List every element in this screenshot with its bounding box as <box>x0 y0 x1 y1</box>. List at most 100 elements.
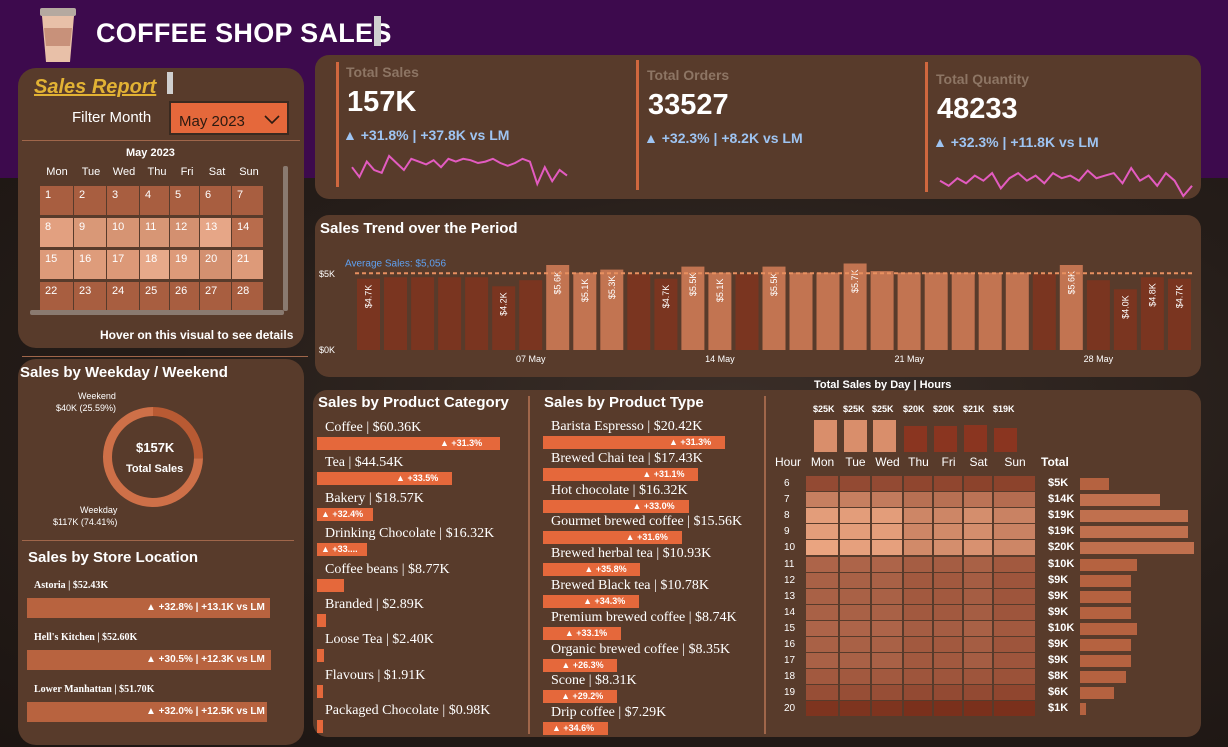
hour-total-bar[interactable] <box>1080 671 1126 684</box>
heatmap-cell[interactable] <box>934 620 962 636</box>
category-bar[interactable] <box>317 578 344 592</box>
heatmap-cell[interactable] <box>994 572 1035 588</box>
heatmap-cell[interactable] <box>934 604 962 620</box>
trend-bar[interactable] <box>1086 280 1110 350</box>
calendar-day[interactable]: 11 <box>140 218 169 247</box>
heatmap-cell[interactable] <box>840 572 870 588</box>
heatmap-cell[interactable] <box>994 476 1035 492</box>
heatmap-cell[interactable] <box>806 653 838 669</box>
calendar-day[interactable]: 16 <box>74 250 106 279</box>
heatmap-cell[interactable] <box>994 492 1035 508</box>
heatmap-cell[interactable] <box>806 637 838 653</box>
hour-total-bar[interactable] <box>1080 590 1132 603</box>
heatmap-cell[interactable] <box>934 572 962 588</box>
calendar-day[interactable]: 15 <box>40 250 73 279</box>
heatmap-cell[interactable] <box>964 685 992 701</box>
heatmap-cell[interactable] <box>964 524 992 540</box>
heatmap-cell[interactable] <box>872 572 902 588</box>
heatmap-cell[interactable] <box>964 701 992 717</box>
day-total-bar[interactable] <box>814 420 837 452</box>
calendar-day[interactable]: 28 <box>232 282 263 311</box>
heatmap-cell[interactable] <box>994 604 1035 620</box>
trend-bar[interactable] <box>951 272 975 350</box>
hour-total-bar[interactable] <box>1080 655 1132 668</box>
heatmap-cell[interactable] <box>904 588 932 604</box>
heatmap-cell[interactable] <box>934 653 962 669</box>
heatmap-cell[interactable] <box>934 685 962 701</box>
heatmap-cell[interactable] <box>840 685 870 701</box>
heatmap-cell[interactable] <box>994 701 1035 717</box>
heatmap-cell[interactable] <box>964 620 992 636</box>
heatmap-cell[interactable] <box>840 588 870 604</box>
heatmap-cell[interactable] <box>806 588 838 604</box>
heatmap-cell[interactable] <box>994 669 1035 685</box>
heatmap-cell[interactable] <box>994 653 1035 669</box>
heatmap-cell[interactable] <box>904 637 932 653</box>
day-total-bar[interactable] <box>873 420 896 452</box>
heatmap-cell[interactable] <box>934 637 962 653</box>
heatmap-cell[interactable] <box>840 540 870 556</box>
category-bar[interactable] <box>317 684 323 698</box>
calendar-day[interactable]: 2 <box>74 186 106 215</box>
heatmap-cell[interactable] <box>904 669 932 685</box>
hour-total-bar[interactable] <box>1080 687 1115 700</box>
heatmap-cell[interactable] <box>964 540 992 556</box>
heatmap-cell[interactable] <box>806 701 838 717</box>
heatmap-cell[interactable] <box>934 701 962 717</box>
day-total-bar[interactable] <box>964 425 987 452</box>
heatmap-cell[interactable] <box>964 572 992 588</box>
heatmap-cell[interactable] <box>840 620 870 636</box>
heatmap-cell[interactable] <box>872 620 902 636</box>
calendar-day[interactable]: 27 <box>200 282 231 311</box>
calendar-day[interactable]: 7 <box>232 186 263 215</box>
heatmap-cell[interactable] <box>904 653 932 669</box>
heatmap-cell[interactable] <box>964 669 992 685</box>
hour-total-bar[interactable] <box>1080 622 1137 635</box>
heatmap-cell[interactable] <box>934 492 962 508</box>
heatmap-cell[interactable] <box>840 492 870 508</box>
heatmap-cell[interactable] <box>840 524 870 540</box>
heatmap-cell[interactable] <box>872 685 902 701</box>
calendar-hscrollbar[interactable] <box>30 310 284 315</box>
heatmap-cell[interactable] <box>904 685 932 701</box>
calendar-day[interactable]: 14 <box>232 218 263 247</box>
hour-total-bar[interactable] <box>1080 478 1109 491</box>
heatmap-cell[interactable] <box>872 604 902 620</box>
trend-bar[interactable] <box>627 274 651 350</box>
heatmap-cell[interactable] <box>806 685 838 701</box>
heatmap-cell[interactable] <box>904 572 932 588</box>
calendar-day[interactable]: 18 <box>140 250 169 279</box>
heatmap-cell[interactable] <box>840 476 870 492</box>
heatmap-cell[interactable] <box>840 508 870 524</box>
heatmap-cell[interactable] <box>904 556 932 572</box>
heatmap-cell[interactable] <box>994 588 1035 604</box>
calendar-day[interactable]: 9 <box>74 218 106 247</box>
heatmap-cell[interactable] <box>840 604 870 620</box>
trend-bar[interactable] <box>978 272 1002 350</box>
hour-total-bar[interactable] <box>1080 510 1189 523</box>
calendar-day[interactable]: 1 <box>40 186 73 215</box>
trend-bar[interactable] <box>1005 272 1029 350</box>
hour-total-bar[interactable] <box>1080 574 1132 587</box>
heatmap-cell[interactable] <box>994 524 1035 540</box>
trend-bar[interactable] <box>519 280 543 350</box>
calendar-day[interactable]: 17 <box>107 250 139 279</box>
calendar-scrollbar[interactable] <box>283 166 288 311</box>
heatmap-cell[interactable] <box>806 476 838 492</box>
day-total-bar[interactable] <box>904 426 927 452</box>
heatmap-cell[interactable] <box>904 476 932 492</box>
calendar-day[interactable]: 4 <box>140 186 169 215</box>
hour-total-bar[interactable] <box>1080 526 1189 539</box>
weekday-donut-chart[interactable] <box>96 400 210 514</box>
calendar-day[interactable]: 24 <box>107 282 139 311</box>
hour-total-bar[interactable] <box>1080 558 1137 571</box>
trend-bar[interactable] <box>789 272 813 350</box>
heatmap-cell[interactable] <box>964 492 992 508</box>
calendar-day[interactable]: 26 <box>170 282 199 311</box>
heatmap-cell[interactable] <box>964 637 992 653</box>
heatmap-cell[interactable] <box>964 653 992 669</box>
hour-total-bar[interactable] <box>1080 542 1194 555</box>
heatmap-cell[interactable] <box>994 620 1035 636</box>
calendar-day[interactable]: 13 <box>200 218 231 247</box>
heatmap-cell[interactable] <box>872 701 902 717</box>
